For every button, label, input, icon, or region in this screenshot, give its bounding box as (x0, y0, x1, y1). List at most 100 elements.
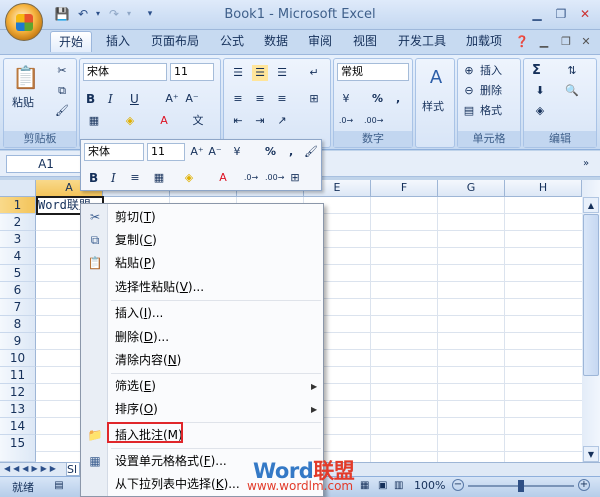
ribbon-close-icon[interactable]: ✕ (578, 34, 594, 50)
minimize-button[interactable]: ▁ (528, 6, 546, 22)
orientation-icon[interactable]: ↗ (274, 113, 290, 129)
zoom-in-icon[interactable]: + (578, 479, 590, 491)
format-cells-icon[interactable]: ▤ (461, 103, 477, 119)
menu-item-paste[interactable]: 粘贴(P) (115, 253, 156, 273)
tab-addins[interactable]: 加载项 (458, 31, 510, 52)
menu-item-pick-from-list[interactable]: 从下拉列表中选择(K)... (115, 474, 240, 494)
mini-format-painter-icon[interactable]: 🖌 (303, 144, 319, 160)
align-top-icon[interactable]: ☰ (230, 65, 246, 81)
row-header[interactable]: 9 (0, 333, 36, 350)
menu-item-cut[interactable]: 剪切(T) (115, 207, 156, 227)
ribbon-minimize-icon[interactable]: ▁ (536, 34, 552, 50)
percent-button[interactable]: % (372, 91, 383, 107)
increase-decimal-icon[interactable]: .0→ (338, 113, 354, 129)
row-header[interactable]: 11 (0, 367, 36, 384)
menu-item-insert[interactable]: 插入(I)... (115, 303, 163, 323)
font-name-box[interactable]: 宋体 (83, 63, 167, 81)
align-middle-icon[interactable]: ☰ (252, 65, 268, 81)
border-icon[interactable]: ▦ (86, 113, 102, 129)
row-header[interactable]: 7 (0, 299, 36, 316)
mini-bold-button[interactable]: B (89, 170, 98, 186)
copy-icon[interactable]: ⧉ (54, 83, 70, 99)
menu-item-delete[interactable]: 删除(D)... (115, 327, 169, 347)
mini-fill-color-icon[interactable]: ◈ (181, 170, 197, 186)
mini-currency-icon[interactable]: ¥ (229, 144, 245, 160)
comma-button[interactable]: , (396, 91, 400, 107)
mini-font-name-box[interactable]: 宋体 (84, 143, 144, 161)
bold-button[interactable]: B (86, 91, 95, 107)
row-header[interactable]: 13 (0, 401, 36, 418)
currency-icon[interactable]: ¥ (338, 91, 354, 107)
menu-item-copy[interactable]: 复制(C) (115, 230, 157, 250)
restore-button[interactable]: ❐ (552, 6, 570, 22)
row-header[interactable]: 12 (0, 384, 36, 401)
macro-record-icon[interactable]: ▤ (52, 479, 66, 493)
zoom-slider-thumb[interactable] (518, 480, 524, 492)
paste-icon[interactable]: 📋 (12, 65, 40, 93)
align-center-icon[interactable]: ≡ (252, 91, 268, 107)
paste-button[interactable]: 粘贴 (12, 95, 34, 111)
italic-button[interactable]: I (108, 91, 113, 107)
column-header[interactable]: H (505, 180, 582, 197)
format-cells-button[interactable]: 格式 (480, 103, 502, 119)
tab-data[interactable]: 数据 (256, 31, 296, 52)
mini-shrink-font-icon[interactable]: A⁻ (207, 144, 223, 160)
mini-decrease-decimal-icon[interactable]: .00→ (265, 170, 284, 186)
menu-item-filter[interactable]: 筛选(E) (115, 376, 156, 396)
mini-percent-button[interactable]: % (265, 144, 276, 160)
align-bottom-icon[interactable]: ☰ (274, 65, 290, 81)
number-format-box[interactable]: 常规 (337, 63, 409, 81)
page-break-view-icon[interactable]: ▥ (394, 479, 408, 493)
scroll-down-icon[interactable]: ▼ (583, 446, 599, 462)
grow-font-icon[interactable]: A⁺ (164, 91, 180, 107)
shrink-font-icon[interactable]: A⁻ (184, 91, 200, 107)
mini-comma-button[interactable]: , (289, 144, 293, 160)
sheet-tab-sheet1[interactable]: Sl (66, 462, 80, 476)
row-header[interactable]: 4 (0, 248, 36, 265)
column-header[interactable]: G (438, 180, 505, 197)
styles-button[interactable]: 样式 (422, 99, 444, 115)
scroll-up-icon[interactable]: ▲ (583, 197, 599, 213)
font-color-icon[interactable]: A (156, 113, 172, 129)
delete-cells-button[interactable]: 删除 (480, 83, 502, 99)
help-icon[interactable]: ❓ (514, 34, 530, 50)
row-header[interactable]: 5 (0, 265, 36, 282)
office-button[interactable] (5, 3, 43, 41)
select-all-corner[interactable] (0, 180, 36, 197)
mini-increase-decimal-icon[interactable]: .0→ (243, 170, 259, 186)
row-header[interactable]: 10 (0, 350, 36, 367)
increase-indent-icon[interactable]: ⇥ (252, 113, 268, 129)
menu-item-clear-contents[interactable]: 清除内容(N) (115, 350, 181, 370)
row-header[interactable]: 8 (0, 316, 36, 333)
row-header[interactable]: 1 (0, 197, 36, 214)
zoom-level[interactable]: 100% (414, 479, 445, 492)
tab-developer[interactable]: 开发工具 (390, 31, 454, 52)
tab-insert[interactable]: 插入 (98, 31, 138, 52)
delete-cells-icon[interactable]: ⊖ (461, 83, 477, 99)
font-size-box[interactable]: 11 (170, 63, 214, 81)
expand-formula-bar-icon[interactable]: » (578, 155, 594, 173)
decrease-indent-icon[interactable]: ⇤ (230, 113, 246, 129)
cut-icon[interactable]: ✂ (54, 63, 70, 79)
align-right-icon[interactable]: ≡ (274, 91, 290, 107)
menu-item-paste-special[interactable]: 选择性粘贴(V)... (115, 277, 204, 297)
mini-center-icon[interactable]: ≡ (127, 170, 143, 186)
tab-home[interactable]: 开始 (50, 31, 93, 52)
tab-view[interactable]: 视图 (345, 31, 385, 52)
scroll-thumb[interactable] (583, 214, 599, 376)
fill-icon[interactable]: ⬇ (532, 83, 548, 99)
column-header[interactable]: F (371, 180, 438, 197)
row-header[interactable]: 14 (0, 418, 36, 435)
insert-cells-icon[interactable]: ⊕ (461, 63, 477, 79)
close-button[interactable]: ✕ (576, 6, 594, 22)
clear-icon[interactable]: ◈ (532, 103, 548, 119)
page-layout-view-icon[interactable]: ▣ (378, 479, 392, 493)
name-box[interactable]: A1 (6, 155, 86, 173)
styles-icon[interactable]: A (426, 67, 446, 89)
ribbon-restore-icon[interactable]: ❐ (558, 34, 574, 50)
underline-button[interactable]: U (130, 91, 139, 107)
row-header[interactable]: 6 (0, 282, 36, 299)
mini-font-color-icon[interactable]: A (215, 170, 231, 186)
decrease-decimal-icon[interactable]: .00→ (364, 113, 383, 129)
format-painter-icon[interactable]: 🖌 (54, 103, 70, 119)
